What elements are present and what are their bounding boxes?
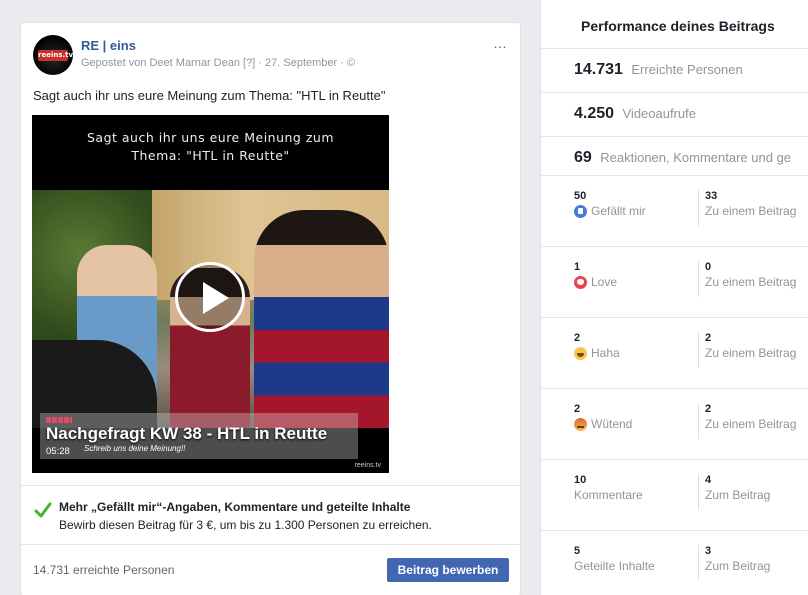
haha-count: 2 — [574, 332, 581, 344]
divider — [698, 545, 699, 581]
angry-icon — [574, 417, 587, 431]
reaction-row-love: 1 Love 0 Zu einem Beitrag — [541, 246, 808, 317]
more-options-icon[interactable]: … — [493, 35, 508, 51]
avatar-logo: reeins.tv — [38, 50, 73, 61]
angry-count: 2 — [574, 403, 581, 415]
divider — [698, 190, 699, 226]
engagement-value: 69 — [574, 149, 592, 166]
comments-label: Kommentare — [574, 488, 643, 502]
shares-post-label: Zum Beitrag — [705, 559, 771, 573]
post-meta: Gepostet von Deet Marnar Dean [?] · 27. … — [81, 57, 356, 69]
video-watermark: reeins.tv — [354, 462, 381, 469]
reach-row: 14.731 Erreichte Personen — [541, 48, 808, 92]
haha-post-label: Zu einem Beitrag — [705, 346, 797, 360]
post-card: reeins.tv RE | eins Gepostet von Deet Ma… — [20, 22, 521, 595]
lower-third-dots — [46, 417, 72, 423]
insights-panel: Performance deines Beitrags 14.731 Errei… — [540, 0, 808, 595]
love-post-count: 0 — [705, 261, 712, 273]
shares-label: Geteilte Inhalte — [574, 559, 655, 573]
like-post-count: 33 — [705, 190, 718, 202]
haha-post-count: 2 — [705, 332, 712, 344]
comments-post-label: Zum Beitrag — [705, 488, 771, 502]
engagement-row: 69 Reaktionen, Kommentare und ge — [541, 136, 808, 180]
video-caption-line2: Thema: "HTL in Reutte" — [131, 148, 290, 163]
love-count: 1 — [574, 261, 581, 273]
scene-person-3 — [254, 210, 389, 428]
video-duration: 05:28 — [46, 446, 70, 457]
promo-section: Mehr „Gefällt mir“-Angaben, Kommentare u… — [21, 485, 520, 545]
like-label: Gefällt mir — [591, 204, 646, 218]
video-player[interactable]: Sagt auch ihr uns eure Meinung zum Thema… — [32, 115, 389, 473]
check-icon — [34, 502, 52, 518]
comments-count: 10 — [574, 474, 587, 486]
video-views-row: 4.250 Videoaufrufe — [541, 92, 808, 136]
comments-post-count: 4 — [705, 474, 712, 486]
reaction-row-angry: 2 Wütend 2 Zu einem Beitrag — [541, 388, 808, 459]
divider — [698, 474, 699, 510]
reaction-row-haha: 2 Haha 2 Zu einem Beitrag — [541, 317, 808, 388]
reaction-row-like: 50 Gefällt mir 33 Zu einem Beitrag — [541, 175, 808, 246]
love-label: Love — [591, 275, 618, 289]
video-views-value: 4.250 — [574, 105, 615, 122]
angry-label: Wütend — [591, 417, 633, 431]
video-headline: Nachgefragt KW 38 - HTL in Reutte — [46, 424, 328, 443]
reach-label: Erreichte Personen — [631, 62, 743, 77]
video-caption-line1: Sagt auch ihr uns eure Meinung zum — [86, 130, 335, 145]
like-post-label: Zu einem Beitrag — [705, 204, 797, 218]
divider — [698, 332, 699, 368]
divider — [698, 261, 699, 297]
haha-label: Haha — [591, 346, 620, 360]
like-icon — [574, 204, 587, 218]
promo-title: Mehr „Gefällt mir“-Angaben, Kommentare u… — [59, 500, 411, 514]
video-caption: Sagt auch ihr uns eure Meinung zum Thema… — [32, 129, 389, 165]
post-header: reeins.tv RE | eins Gepostet von Deet Ma… — [33, 35, 508, 79]
haha-icon — [574, 346, 587, 360]
love-icon — [574, 275, 587, 289]
shares-count: 5 — [574, 545, 581, 557]
video-views-label: Videoaufrufe — [622, 106, 697, 121]
play-icon[interactable] — [175, 262, 245, 332]
post-text: Sagt auch ihr uns eure Meinung zum Thema… — [33, 88, 386, 103]
footer-reach: 14.731 erreichte Personen — [33, 563, 175, 577]
page-name-link[interactable]: RE | eins — [81, 38, 136, 53]
page-avatar[interactable]: reeins.tv — [33, 35, 73, 75]
like-count: 50 — [574, 190, 587, 202]
divider — [698, 403, 699, 439]
angry-post-label: Zu einem Beitrag — [705, 417, 797, 431]
love-post-label: Zu einem Beitrag — [705, 275, 797, 289]
shares-row: 5 Geteilte Inhalte 3 Zum Beitrag — [541, 530, 808, 595]
insights-title: Performance deines Beitrags — [581, 18, 775, 34]
promo-subtitle: Bewirb diesen Beitrag für 3 €, um bis zu… — [59, 518, 432, 532]
angry-post-count: 2 — [705, 403, 712, 415]
shares-post-count: 3 — [705, 545, 712, 557]
promote-post-button[interactable]: Beitrag bewerben — [387, 558, 509, 582]
video-subline: Schreib uns deine Meinung!! — [84, 444, 186, 453]
comments-row: 10 Kommentare 4 Zum Beitrag — [541, 459, 808, 530]
engagement-label: Reaktionen, Kommentare und ge — [600, 150, 792, 165]
reach-value: 14.731 — [574, 61, 623, 78]
video-lower-third: Nachgefragt KW 38 - HTL in Reutte 05:28 … — [40, 413, 358, 459]
